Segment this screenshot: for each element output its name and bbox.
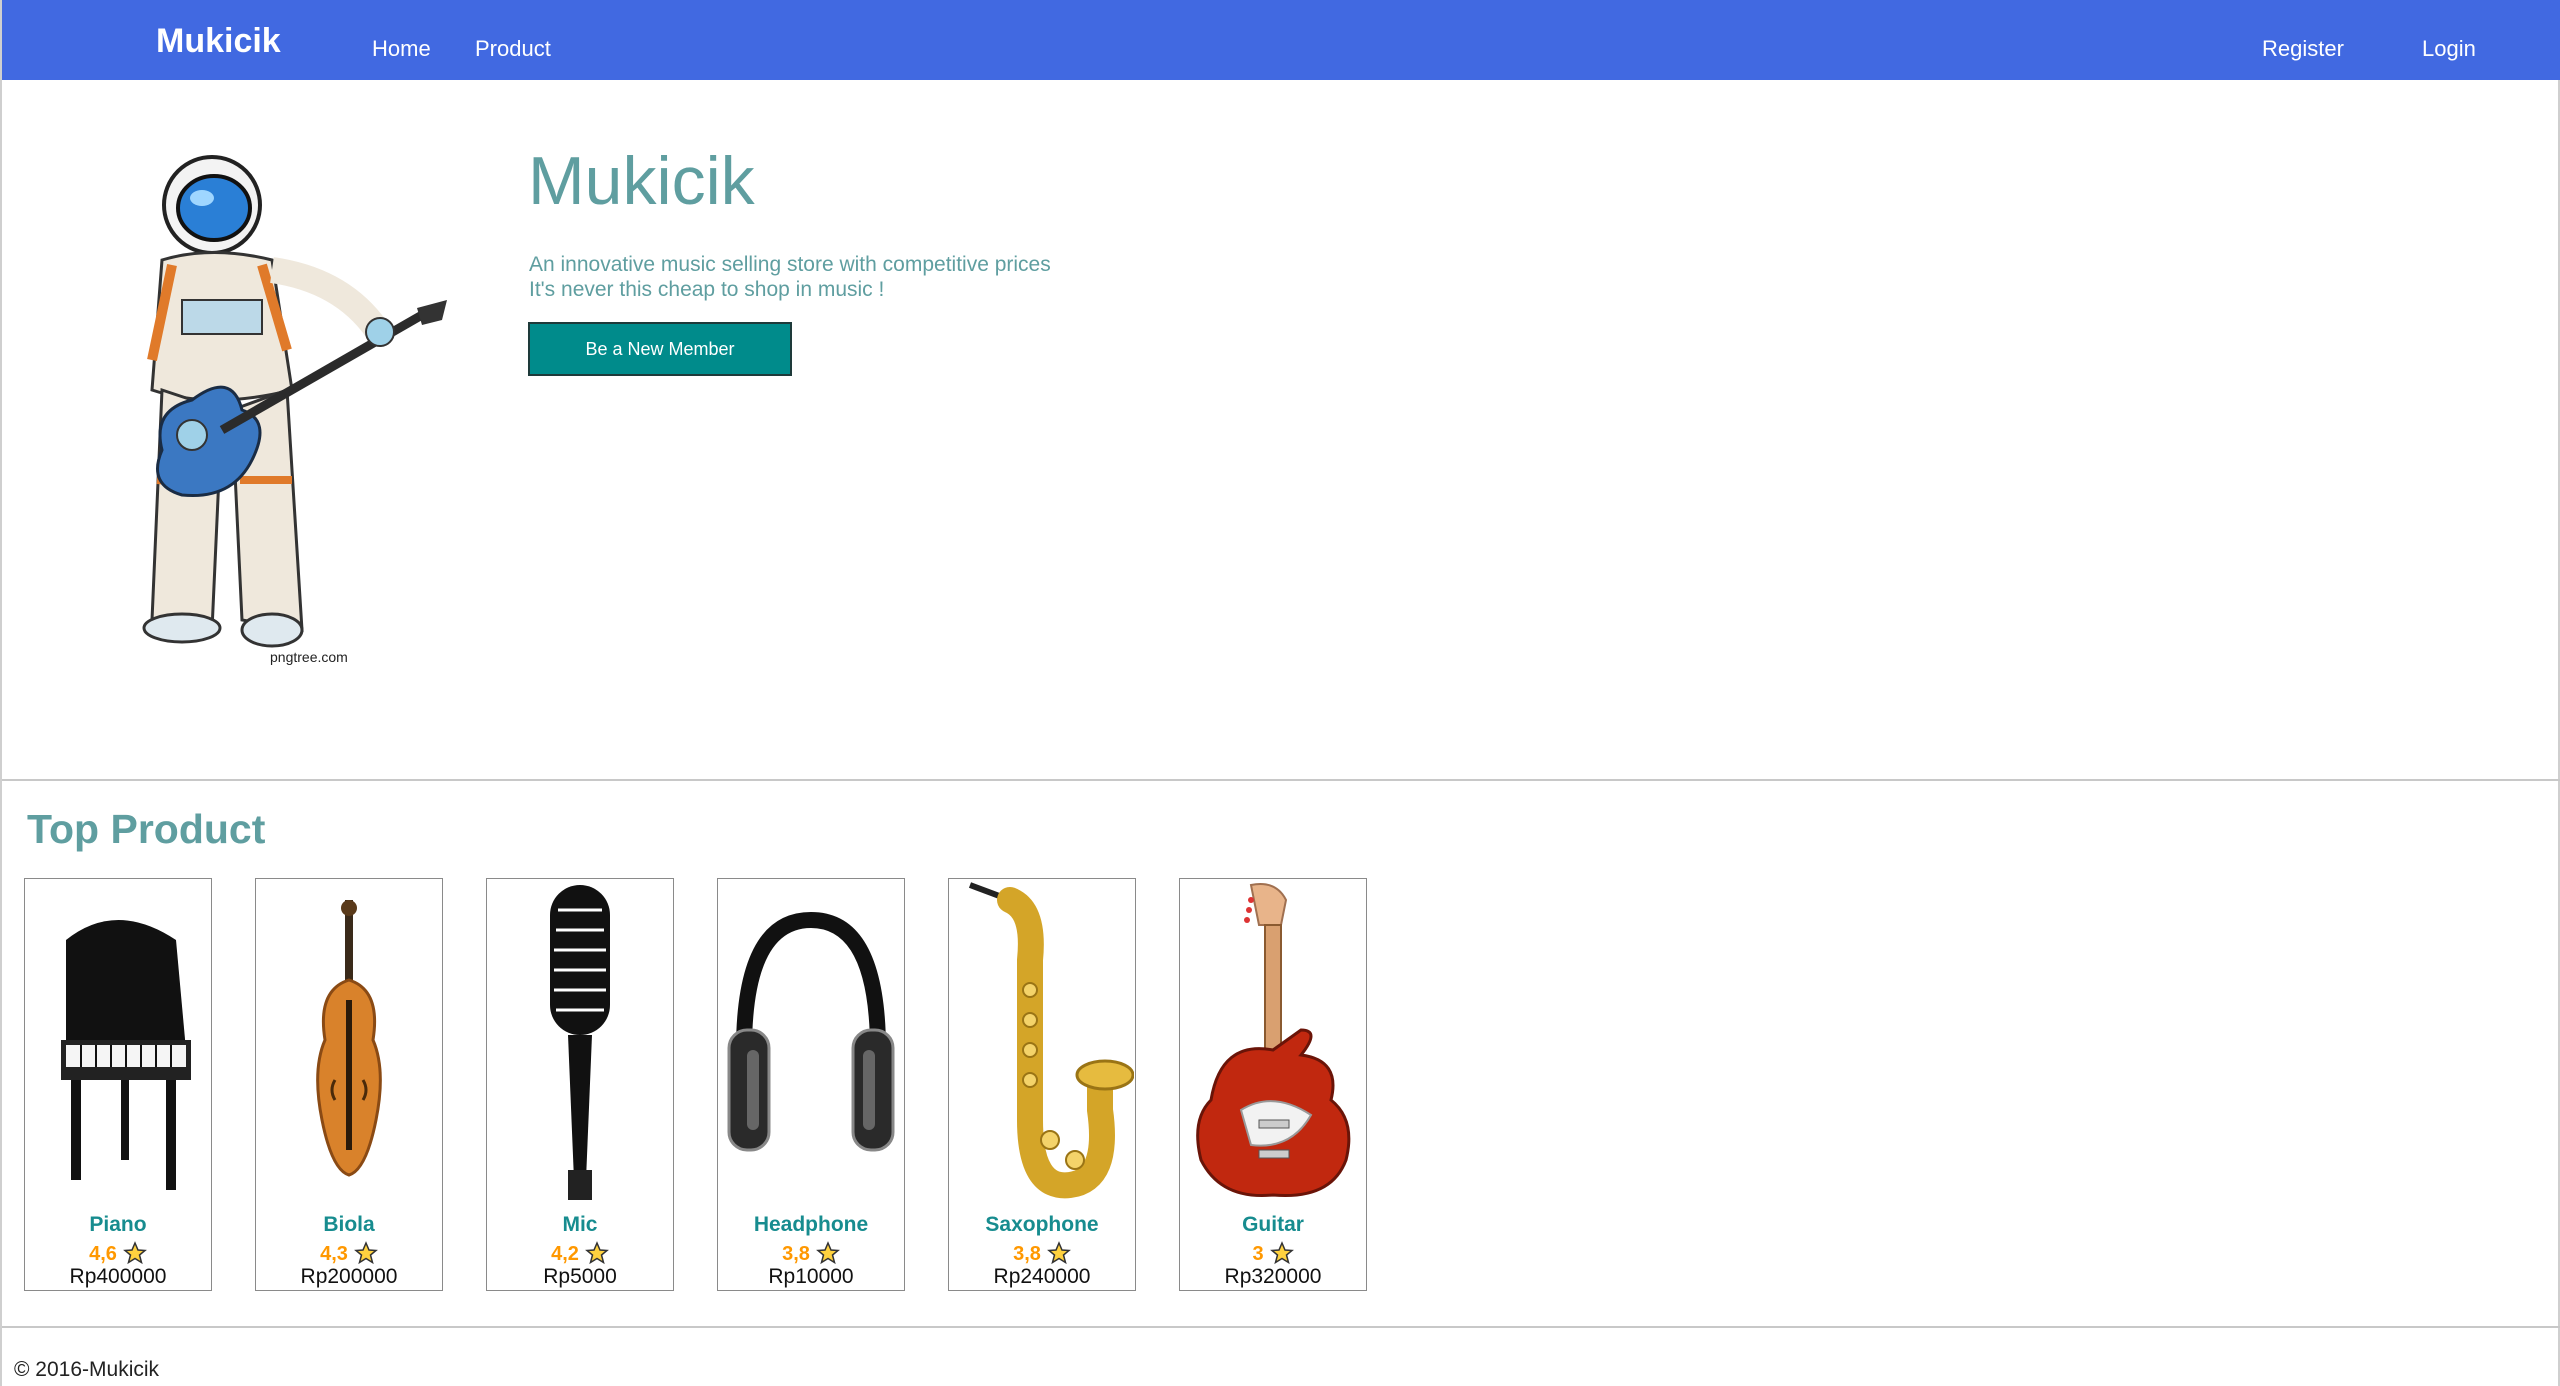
product-price: Rp10000 bbox=[768, 1265, 854, 1288]
footer-divider bbox=[2, 1326, 2560, 1328]
product-rating: 3,8 bbox=[949, 1241, 1135, 1266]
star-icon bbox=[815, 1241, 840, 1265]
footer-copyright: © 2016-Mukicik bbox=[14, 1358, 160, 1381]
product-card-headphone[interactable]: Headphone 3,8 Rp10000 bbox=[717, 878, 905, 1291]
product-name[interactable]: Piano bbox=[25, 1213, 211, 1237]
violin-icon bbox=[316, 900, 382, 1177]
rating-value: 4,3 bbox=[320, 1243, 348, 1265]
new-member-button[interactable]: Be a New Member bbox=[528, 322, 792, 376]
image-watermark: pngtree.com bbox=[270, 649, 348, 665]
star-icon bbox=[353, 1241, 378, 1265]
product-card-piano[interactable]: Piano 4,6 Rp400000 bbox=[24, 878, 212, 1291]
rating-value: 4,6 bbox=[89, 1243, 117, 1265]
hero-tagline-line2: It's never this cheap to shop in music ! bbox=[529, 278, 885, 301]
hero-tagline: An innovative music selling store with c… bbox=[529, 252, 1051, 302]
star-icon bbox=[584, 1241, 609, 1265]
product-name[interactable]: Saxophone bbox=[949, 1213, 1135, 1237]
nav-login-link[interactable]: Login bbox=[2422, 36, 2476, 62]
guitar-icon bbox=[1196, 883, 1351, 1198]
star-icon bbox=[122, 1241, 147, 1265]
product-card-saxophone[interactable]: Saxophone 3,8 Rp240000 bbox=[948, 878, 1136, 1291]
top-navbar: Mukicik Home Product Register Login bbox=[2, 0, 2560, 80]
top-product-heading: Top Product bbox=[27, 806, 266, 852]
product-name[interactable]: Mic bbox=[487, 1213, 673, 1237]
rating-value: 3,8 bbox=[782, 1243, 810, 1265]
hero-title: Mukicik bbox=[528, 143, 755, 219]
product-rating: 4,3 bbox=[256, 1241, 442, 1266]
product-rating: 4,6 bbox=[25, 1241, 211, 1266]
rating-value: 4,2 bbox=[551, 1243, 579, 1265]
nav-register-link[interactable]: Register bbox=[2262, 36, 2344, 62]
product-price: Rp320000 bbox=[1224, 1265, 1322, 1288]
astronaut-guitar-icon: pngtree.com bbox=[142, 155, 447, 665]
product-price: Rp240000 bbox=[993, 1265, 1091, 1288]
product-card-mic[interactable]: Mic 4,2 Rp5000 bbox=[486, 878, 674, 1291]
product-name[interactable]: Biola bbox=[256, 1213, 442, 1237]
product-price: Rp400000 bbox=[69, 1265, 167, 1288]
product-name[interactable]: Headphone bbox=[718, 1213, 904, 1237]
hero-section: pngtree.com Mukicik An innovative music … bbox=[2, 80, 2560, 781]
product-card-biola[interactable]: Biola 4,3 Rp200000 bbox=[255, 878, 443, 1291]
product-card-guitar[interactable]: Guitar 3 Rp320000 bbox=[1179, 878, 1367, 1291]
saxophone-icon bbox=[968, 882, 1134, 1199]
product-price: Rp5000 bbox=[543, 1265, 617, 1288]
hero-tagline-line1: An innovative music selling store with c… bbox=[529, 253, 1051, 276]
star-icon bbox=[1269, 1241, 1294, 1265]
rating-value: 3 bbox=[1252, 1243, 1264, 1265]
product-name[interactable]: Guitar bbox=[1180, 1213, 1366, 1237]
brand-logo[interactable]: Mukicik bbox=[156, 22, 281, 61]
star-icon bbox=[1046, 1241, 1071, 1265]
nav-home-link[interactable]: Home bbox=[372, 36, 431, 62]
nav-product-link[interactable]: Product bbox=[475, 36, 551, 62]
product-rating: 4,2 bbox=[487, 1241, 673, 1266]
product-rating: 3 bbox=[1180, 1241, 1366, 1266]
piano-icon bbox=[61, 920, 191, 1190]
product-price: Rp200000 bbox=[300, 1265, 398, 1288]
headphone-icon bbox=[727, 911, 895, 1152]
microphone-icon bbox=[550, 885, 610, 1200]
product-rating: 3,8 bbox=[718, 1241, 904, 1266]
rating-value: 3,8 bbox=[1013, 1243, 1041, 1265]
